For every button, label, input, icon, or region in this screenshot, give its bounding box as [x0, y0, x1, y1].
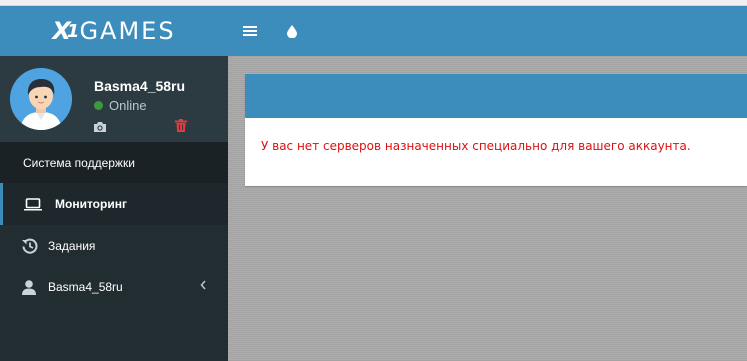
main-content: У вас нет серверов назначенных специальн…	[228, 56, 747, 361]
online-status-icon	[94, 101, 103, 110]
sidebar-item-label: Basma4_58ru	[48, 280, 123, 294]
box-header	[245, 74, 747, 118]
top-navbar: X 1 GAMES	[0, 6, 747, 56]
chevron-left-icon	[200, 279, 206, 293]
sidebar-section-header: Система поддержки	[0, 142, 228, 184]
logo[interactable]: X 1 GAMES	[0, 6, 228, 56]
sidebar-item-label: Задания	[48, 239, 96, 253]
camera-icon[interactable]	[93, 120, 107, 132]
sidebar: Basma4_58ru Online Система поддержки Мон…	[0, 56, 228, 361]
no-servers-message: У вас нет серверов назначенных специальн…	[261, 139, 691, 153]
history-icon	[22, 238, 38, 254]
user-name: Basma4_58ru	[94, 78, 186, 94]
sidebar-item-tasks[interactable]: Задания	[0, 225, 228, 267]
laptop-icon	[24, 197, 42, 211]
user-icon	[22, 279, 36, 295]
logo-mark-accent: 1	[66, 20, 79, 42]
trash-icon[interactable]	[175, 119, 187, 132]
servers-box: У вас нет серверов назначенных специальн…	[245, 74, 747, 186]
sidebar-item-user[interactable]: Basma4_58ru	[0, 266, 228, 308]
user-status: Online	[94, 98, 147, 113]
hamburger-icon[interactable]	[240, 21, 260, 41]
sidebar-item-monitoring[interactable]: Мониторинг	[0, 183, 228, 225]
user-panel: Basma4_58ru Online	[0, 56, 228, 142]
sidebar-item-label: Мониторинг	[55, 197, 127, 211]
droplet-icon[interactable]	[282, 21, 302, 41]
avatar	[10, 68, 72, 130]
logo-text: GAMES	[79, 17, 176, 45]
status-label: Online	[109, 98, 147, 113]
